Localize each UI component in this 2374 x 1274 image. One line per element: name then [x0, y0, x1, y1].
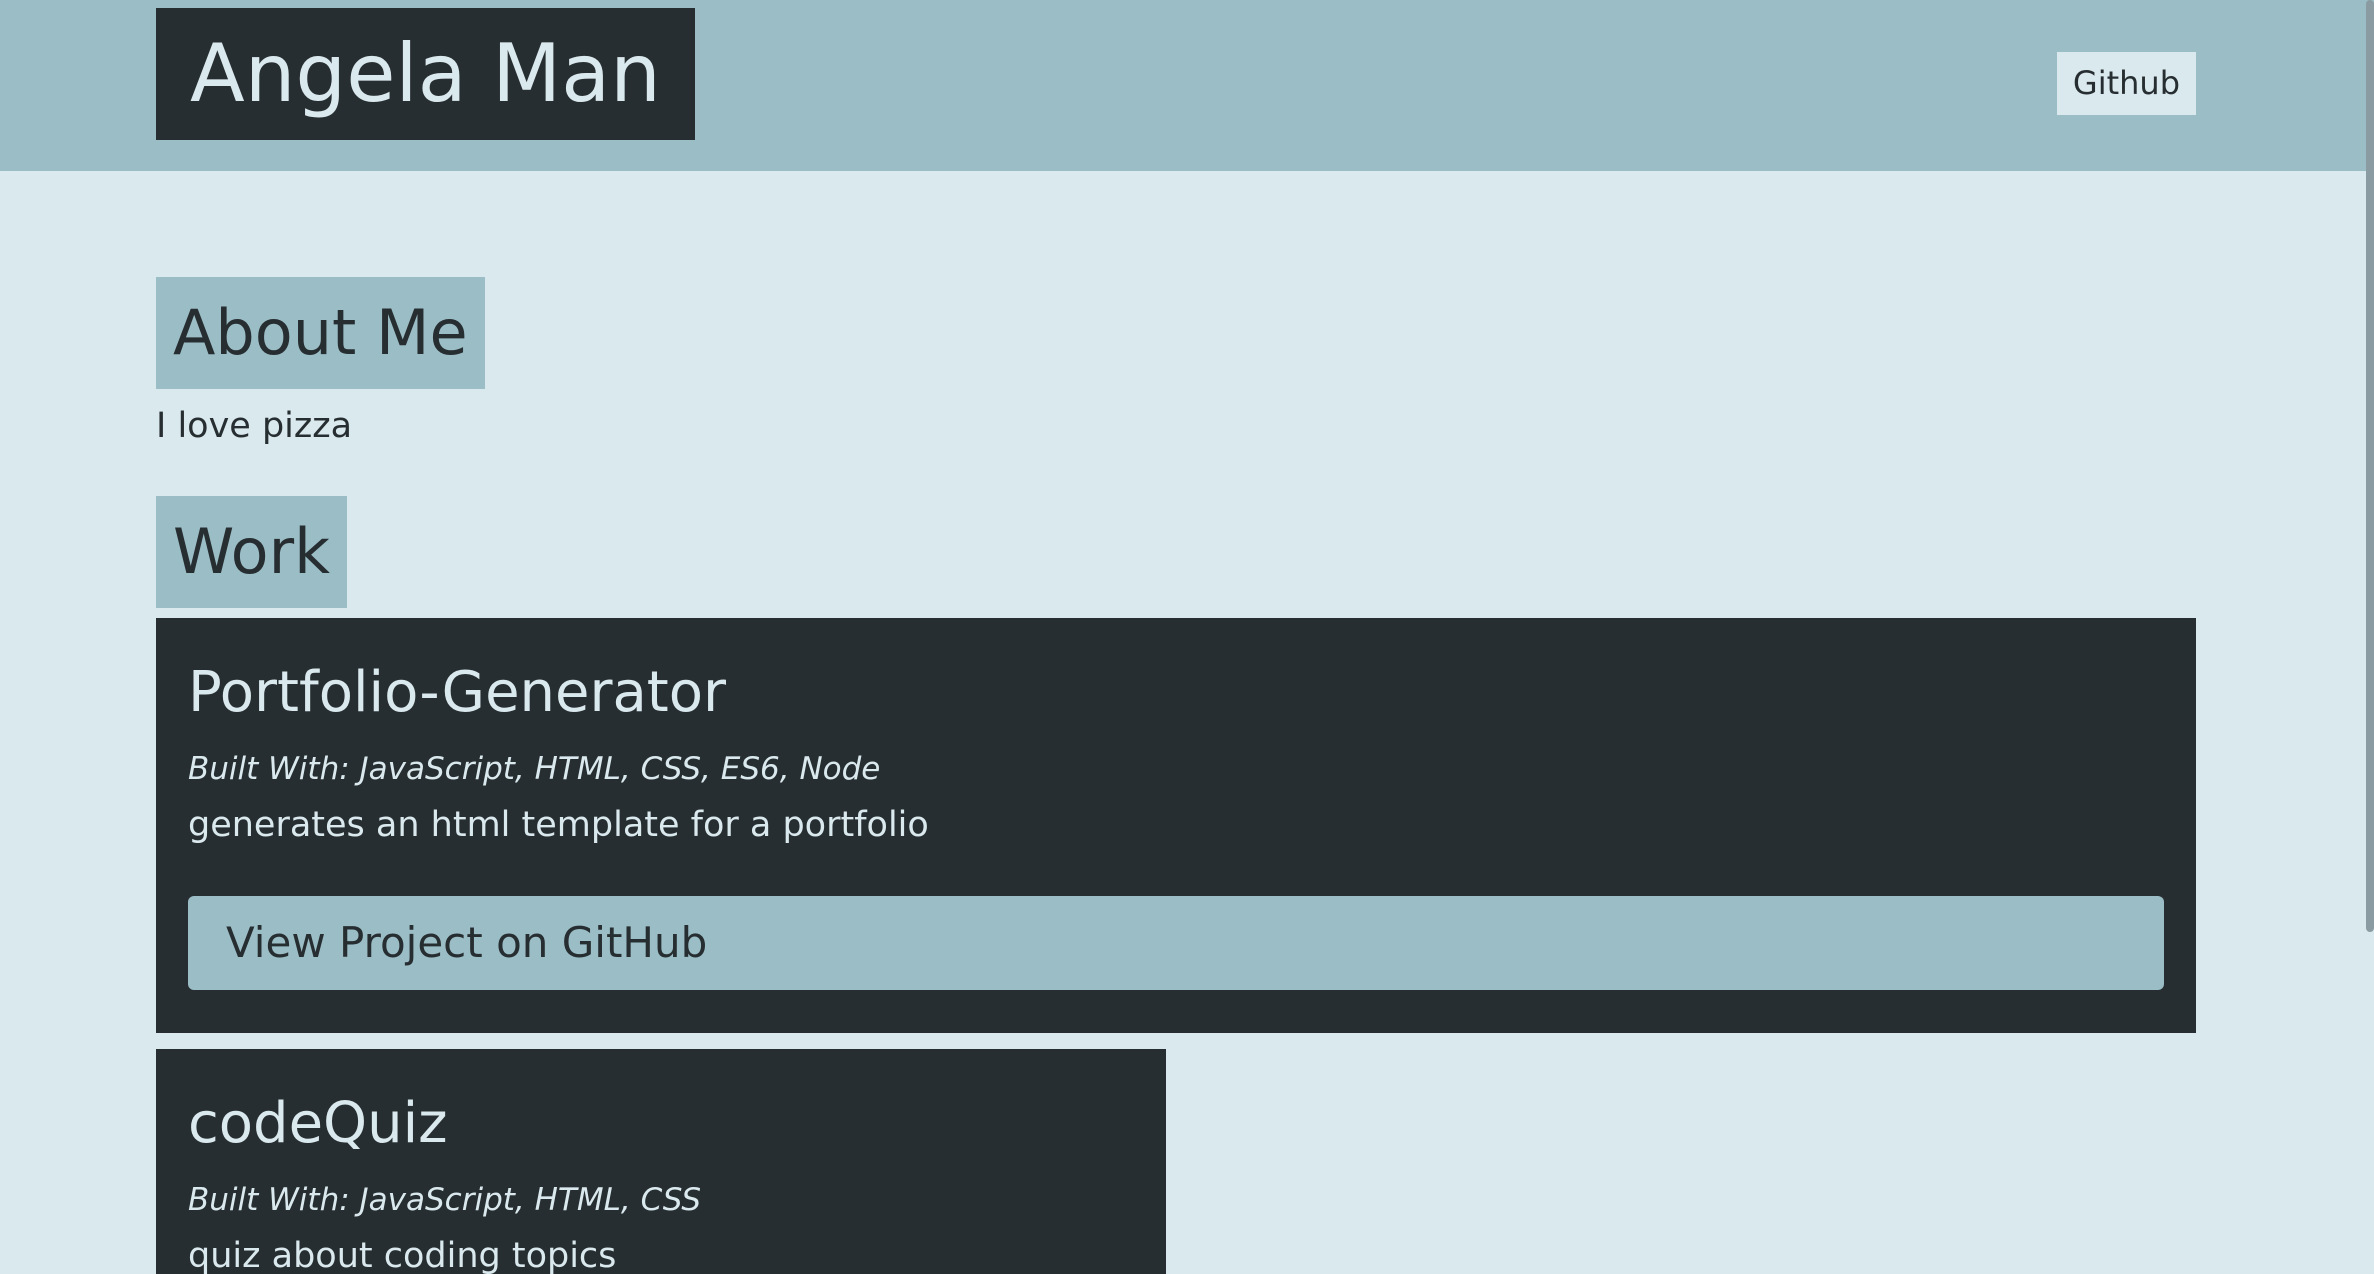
- work-heading: Work: [156, 496, 347, 608]
- project-card-portfolio-generator: Portfolio-Generator Built With: JavaScri…: [156, 618, 2196, 1033]
- project-description: quiz about coding topics: [188, 1236, 617, 1274]
- project-title: Portfolio-Generator: [188, 660, 727, 725]
- project-card-codequiz: codeQuiz Built With: JavaScript, HTML, C…: [156, 1049, 1166, 1274]
- page: Angela Man Github About Me I love pizza …: [0, 0, 2374, 1274]
- project-title: codeQuiz: [188, 1091, 448, 1156]
- github-nav-link[interactable]: Github: [2056, 52, 2196, 115]
- project-description: generates an html template for a portfol…: [188, 805, 929, 845]
- site-title: Angela Man: [156, 8, 695, 140]
- project-tech: Built With: JavaScript, HTML, CSS: [188, 1182, 702, 1218]
- site-header: Angela Man Github: [0, 0, 2374, 171]
- about-heading: About Me: [156, 277, 485, 389]
- project-tech: Built With: JavaScript, HTML, CSS, ES6, …: [188, 751, 881, 787]
- view-project-button[interactable]: View Project on GitHub: [188, 896, 2164, 990]
- about-text: I love pizza: [156, 406, 353, 446]
- scrollbar-thumb[interactable]: [2366, 0, 2374, 932]
